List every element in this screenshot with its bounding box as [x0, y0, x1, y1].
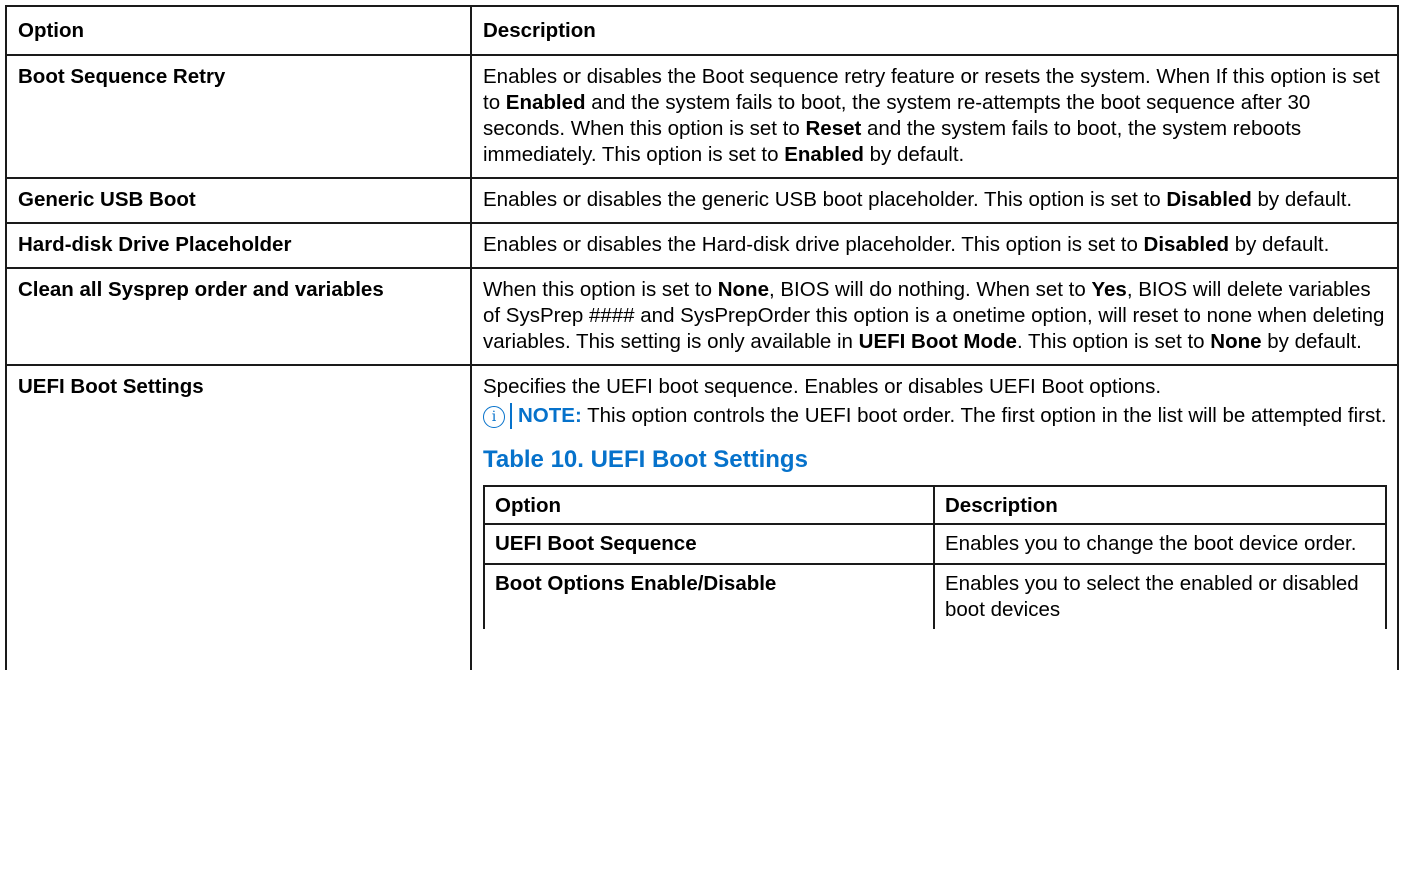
table-row: Generic USB Boot Enables or disables the…: [5, 177, 1399, 224]
option-description: Enables or disables the Hard-disk drive …: [470, 222, 1399, 269]
document-page: Option Description Boot Sequence Retry E…: [5, 5, 1399, 670]
table-header-row: Option Description: [5, 5, 1399, 56]
table-row: Hard-disk Drive Placeholder Enables or d…: [5, 222, 1399, 269]
table-row: Clean all Sysprep order and variables Wh…: [5, 267, 1399, 366]
desc-text: by default.: [1261, 330, 1362, 353]
sub-option-name: Boot Options Enable/Disable: [483, 563, 935, 629]
option-description: When this option is set to None, BIOS wi…: [470, 267, 1399, 366]
subtable-title: Table 10. UEFI Boot Settings: [483, 446, 808, 473]
option-name: Hard-disk Drive Placeholder: [5, 222, 472, 269]
desc-bold: Enabled: [784, 143, 864, 166]
desc-text: When this option is set to: [483, 278, 718, 301]
desc-text: , BIOS will do nothing. When set to: [768, 278, 1092, 301]
option-name: Boot Sequence Retry: [5, 54, 472, 179]
subtable-container: Option Description UEFI Boot Sequence En…: [483, 485, 1387, 629]
subtable-header-description: Description: [933, 485, 1387, 525]
desc-text: . This option is set to: [1016, 330, 1211, 353]
subtable-row: UEFI Boot Sequence Enables you to change…: [483, 523, 1387, 564]
note-text: This option controls the UEFI boot order…: [581, 404, 1387, 427]
desc-bold: Yes: [1091, 278, 1127, 301]
desc-bold: Enabled: [505, 91, 586, 114]
info-circle-icon: i: [483, 406, 505, 428]
sub-option-description: Enables you to select the enabled or dis…: [933, 563, 1387, 629]
desc-bold: Disabled: [1143, 233, 1229, 256]
desc-bold: Reset: [805, 117, 862, 140]
uefi-boot-settings-table: Option Description UEFI Boot Sequence En…: [483, 485, 1387, 629]
sub-option-name: UEFI Boot Sequence: [483, 523, 935, 564]
table-row: UEFI Boot Settings Specifies the UEFI bo…: [5, 364, 1399, 670]
desc-text: by default.: [863, 143, 965, 166]
desc-intro: Specifies the UEFI boot sequence. Enable…: [483, 375, 1162, 398]
subtable-header-option: Option: [483, 485, 935, 525]
note-label: NOTE:: [518, 404, 582, 427]
boot-options-table: Option Description Boot Sequence Retry E…: [5, 5, 1399, 670]
table-row: Boot Sequence Retry Enables or disables …: [5, 54, 1399, 179]
desc-bold: None: [717, 278, 769, 301]
desc-text: Enables or disables the Hard-disk drive …: [483, 233, 1144, 256]
desc-bold: UEFI Boot Mode: [858, 330, 1017, 353]
note-callout: i NOTE: This option controls the UEFI bo…: [483, 403, 1387, 429]
option-name: UEFI Boot Settings: [5, 364, 472, 670]
desc-text: by default.: [1251, 188, 1353, 211]
option-description: Specifies the UEFI boot sequence. Enable…: [470, 364, 1399, 670]
option-description: Enables or disables the generic USB boot…: [470, 177, 1399, 224]
column-header-description: Description: [470, 5, 1399, 56]
sub-option-description: Enables you to change the boot device or…: [933, 523, 1387, 564]
desc-text: by default.: [1229, 233, 1330, 256]
subtable-header-row: Option Description: [483, 485, 1387, 525]
desc-text: Enables or disables the generic USB boot…: [483, 188, 1167, 211]
subtable-row: Boot Options Enable/Disable Enables you …: [483, 563, 1387, 629]
option-description: Enables or disables the Boot sequence re…: [470, 54, 1399, 179]
option-name: Clean all Sysprep order and variables: [5, 267, 472, 366]
desc-bold: None: [1210, 330, 1262, 353]
desc-bold: Disabled: [1166, 188, 1252, 211]
option-name: Generic USB Boot: [5, 177, 472, 224]
note-body: NOTE: This option controls the UEFI boot…: [510, 403, 1387, 429]
column-header-option: Option: [5, 5, 472, 56]
